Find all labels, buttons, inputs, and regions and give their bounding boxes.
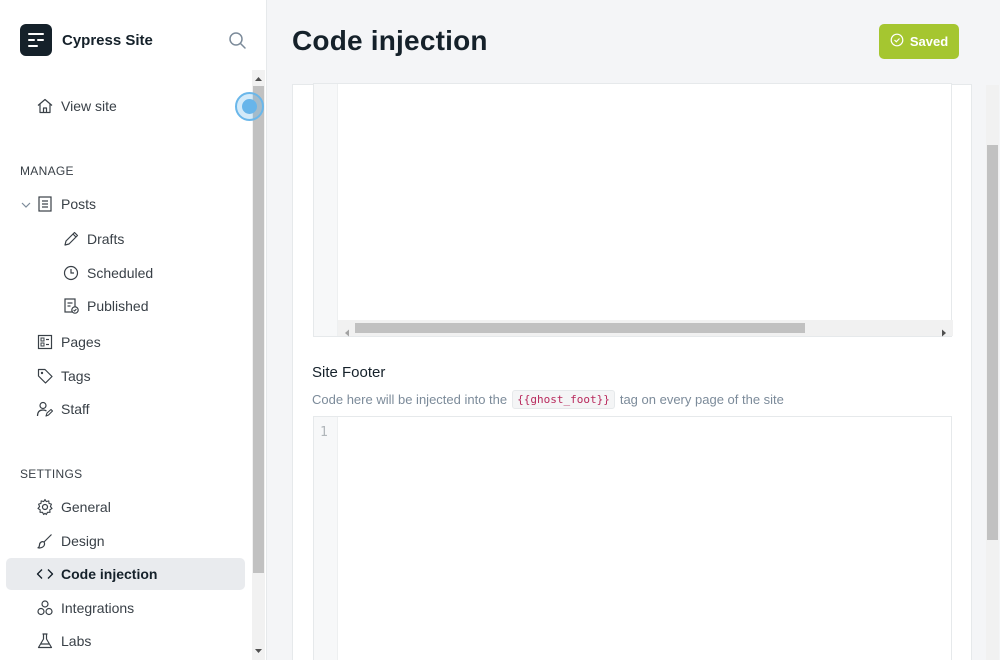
cursor-indicator <box>235 92 264 121</box>
check-circle-icon <box>890 33 904 50</box>
flask-icon <box>36 632 54 650</box>
sidebar-item-general[interactable]: General <box>6 491 245 523</box>
sidebar-item-label: Drafts <box>87 231 125 247</box>
saved-button-label: Saved <box>909 34 949 49</box>
ghost-foot-code-tag: {{ghost_foot}} <box>512 390 615 409</box>
sidebar-item-label: Posts <box>61 196 97 212</box>
pencil-icon <box>62 230 80 248</box>
sidebar-item-label: General <box>61 499 111 515</box>
code-icon <box>36 565 54 583</box>
sidebar-item-label: Published <box>87 298 149 314</box>
site-name: Cypress Site <box>62 31 153 49</box>
pages-icon <box>36 333 54 351</box>
scroll-right-arrow-icon[interactable] <box>940 324 948 337</box>
brand[interactable]: Cypress Site <box>20 24 153 56</box>
code-injection-card: 1 <box>292 83 972 660</box>
integrations-icon <box>36 599 54 617</box>
main-content: Code injection Saved 1 Site Footer Code … <box>268 0 1000 660</box>
sidebar-item-pages[interactable]: Pages <box>6 326 245 358</box>
description-text: tag on every page of the site <box>619 392 784 407</box>
sidebar-nav: View site MANAGE Posts Drafts Scheduled <box>0 70 267 660</box>
tag-icon <box>36 367 54 385</box>
sidebar-item-design[interactable]: Design <box>6 525 245 557</box>
sidebar-scrollbar-thumb[interactable] <box>253 86 264 573</box>
page-title: Code injection <box>292 25 488 56</box>
sidebar-item-staff[interactable]: Staff <box>6 393 245 425</box>
site-footer-title: Site Footer <box>312 364 386 381</box>
posts-icon <box>36 195 54 213</box>
sidebar-item-label: Integrations <box>61 600 135 616</box>
sidebar-item-label: Pages <box>61 334 101 350</box>
sidebar-item-code-injection[interactable]: Code injection <box>6 558 245 590</box>
chevron-down-icon[interactable] <box>20 198 32 210</box>
staff-icon <box>36 400 54 418</box>
sidebar-item-label: Labs <box>61 633 92 649</box>
saved-button[interactable]: Saved <box>879 24 959 59</box>
sidebar-item-tags[interactable]: Tags <box>6 360 245 392</box>
editor-horizontal-scrollbar[interactable] <box>338 320 953 337</box>
sidebar-item-label: Code injection <box>61 566 158 582</box>
home-icon <box>36 97 54 115</box>
search-icon[interactable] <box>227 30 249 52</box>
main-scrollbar-thumb[interactable] <box>987 145 998 540</box>
line-number: 1 <box>320 425 328 440</box>
ghost-logo-icon <box>20 24 52 56</box>
sidebar: Cypress Site View site MANAGE Posts Draf… <box>0 0 267 660</box>
sidebar-item-drafts[interactable]: Drafts <box>6 223 245 255</box>
sidebar-item-label: Scheduled <box>87 265 154 281</box>
settings-section-label: SETTINGS <box>20 467 83 481</box>
scroll-up-arrow-icon[interactable] <box>253 72 264 86</box>
description-text: Code here will be injected into the <box>312 392 508 407</box>
sidebar-item-labs[interactable]: Labs <box>6 625 245 657</box>
published-icon <box>62 297 80 315</box>
brush-icon <box>36 532 54 550</box>
gear-icon <box>36 498 54 516</box>
scroll-left-arrow-icon[interactable] <box>343 324 351 337</box>
site-footer-description: Code here will be injected into the {{gh… <box>312 390 784 409</box>
site-header-code-editor[interactable] <box>313 83 953 337</box>
sidebar-item-scheduled[interactable]: Scheduled <box>6 257 245 289</box>
sidebar-item-posts[interactable]: Posts <box>6 188 245 220</box>
scroll-down-arrow-icon[interactable] <box>253 644 264 658</box>
editor-gutter: 1 <box>314 417 338 660</box>
sidebar-item-view-site[interactable]: View site <box>6 90 245 122</box>
site-footer-code-editor[interactable]: 1 <box>313 416 952 660</box>
sidebar-item-integrations[interactable]: Integrations <box>6 592 245 624</box>
sidebar-item-published[interactable]: Published <box>6 290 245 322</box>
sidebar-item-label: View site <box>61 98 117 114</box>
clock-icon <box>62 264 80 282</box>
manage-section-label: MANAGE <box>20 164 74 178</box>
sidebar-item-label: Staff <box>61 401 90 417</box>
sidebar-item-label: Design <box>61 533 105 549</box>
editor-scrollbar-thumb[interactable] <box>355 323 805 333</box>
editor-gutter <box>314 84 338 336</box>
sidebar-item-label: Tags <box>61 368 91 384</box>
